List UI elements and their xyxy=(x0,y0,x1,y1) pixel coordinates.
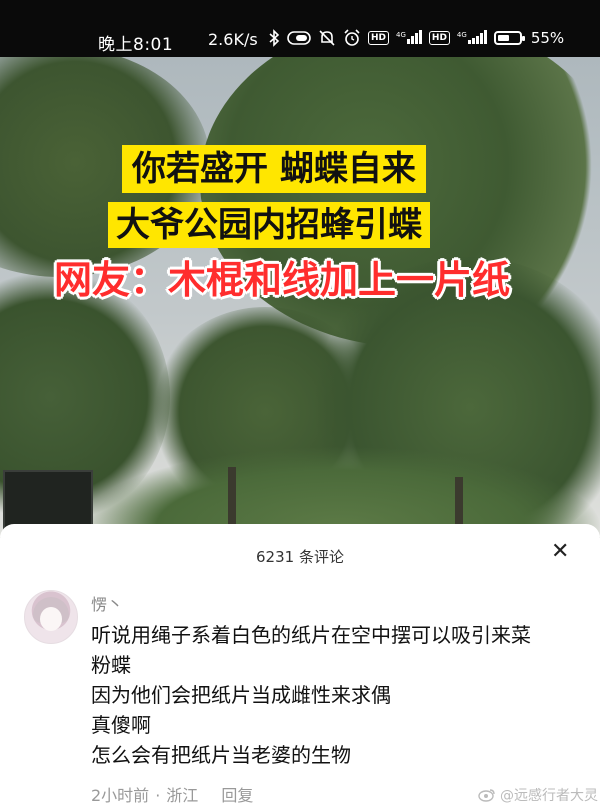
status-bar: 晚上8:01 2.6K/s HD 4G HD 4G 55% xyxy=(0,0,600,57)
signal-4g-icon: 4G xyxy=(396,28,422,48)
battery-icon xyxy=(493,31,525,45)
network-type-label: 4G xyxy=(396,31,406,39)
comment-username[interactable]: 愣丶 xyxy=(91,591,123,615)
status-icons: HD 4G HD 4G 55% xyxy=(268,28,564,48)
bluetooth-icon xyxy=(269,29,280,47)
reply-button[interactable]: 回复 xyxy=(221,786,253,805)
comment-text: 听说用绳子系着白色的纸片在空中摆可以吸引来菜 粉蝶 因为他们会把纸片当成雌性来求… xyxy=(91,620,581,770)
comment-count: 6231 条评论 xyxy=(256,548,344,566)
avatar[interactable] xyxy=(24,590,78,644)
hd-icon: HD xyxy=(428,31,450,45)
comment-line: 怎么会有把纸片当老婆的生物 xyxy=(91,743,351,767)
video-caption-line3: 网友：木棍和线加上一片纸 xyxy=(54,258,511,302)
weibo-logo-icon xyxy=(478,789,495,802)
comment-line: 粉蝶 xyxy=(91,653,131,677)
hd-icon: HD xyxy=(368,31,390,45)
battery-percent: 55% xyxy=(530,29,565,47)
network-type-label: 4G xyxy=(456,31,467,39)
video-player[interactable]: 你若盛开 蝴蝶自来 大爷公园内招蜂引蝶 网友：木棍和线加上一片纸 xyxy=(0,57,600,537)
mute-icon xyxy=(319,30,335,46)
alarm-icon xyxy=(344,29,360,46)
comment-line: 真傻啊 xyxy=(91,713,151,737)
close-icon[interactable]: ✕ xyxy=(551,540,569,564)
comment-location: 浙江 xyxy=(166,786,199,805)
watermark: @远感行者大灵 xyxy=(478,785,598,805)
comment-line: 听说用绳子系着白色的纸片在空中摆可以吸引来菜 xyxy=(91,623,531,647)
comment-time: 2小时前 xyxy=(91,786,150,805)
battery-fill xyxy=(497,35,509,41)
watermark-text: @远感行者大灵 xyxy=(500,788,598,804)
comment-meta: 2小时前 · 浙江 回复 xyxy=(91,786,254,805)
video-caption-line1: 你若盛开 蝴蝶自来 xyxy=(122,145,426,193)
signal-4g-icon: 4G xyxy=(457,28,487,48)
video-caption-line2: 大爷公园内招蜂引蝶 xyxy=(108,202,430,248)
network-speed: 2.6K/s xyxy=(208,30,258,49)
status-time: 晚上8:01 xyxy=(98,35,174,55)
comments-panel: 6231 条评论 ✕ 愣丶 听说用绳子系着白色的纸片在空中摆可以吸引来菜 粉蝶 … xyxy=(0,524,600,810)
toggle-icon xyxy=(287,31,311,45)
comment-line: 因为他们会把纸片当成雌性来求偶 xyxy=(91,683,391,707)
